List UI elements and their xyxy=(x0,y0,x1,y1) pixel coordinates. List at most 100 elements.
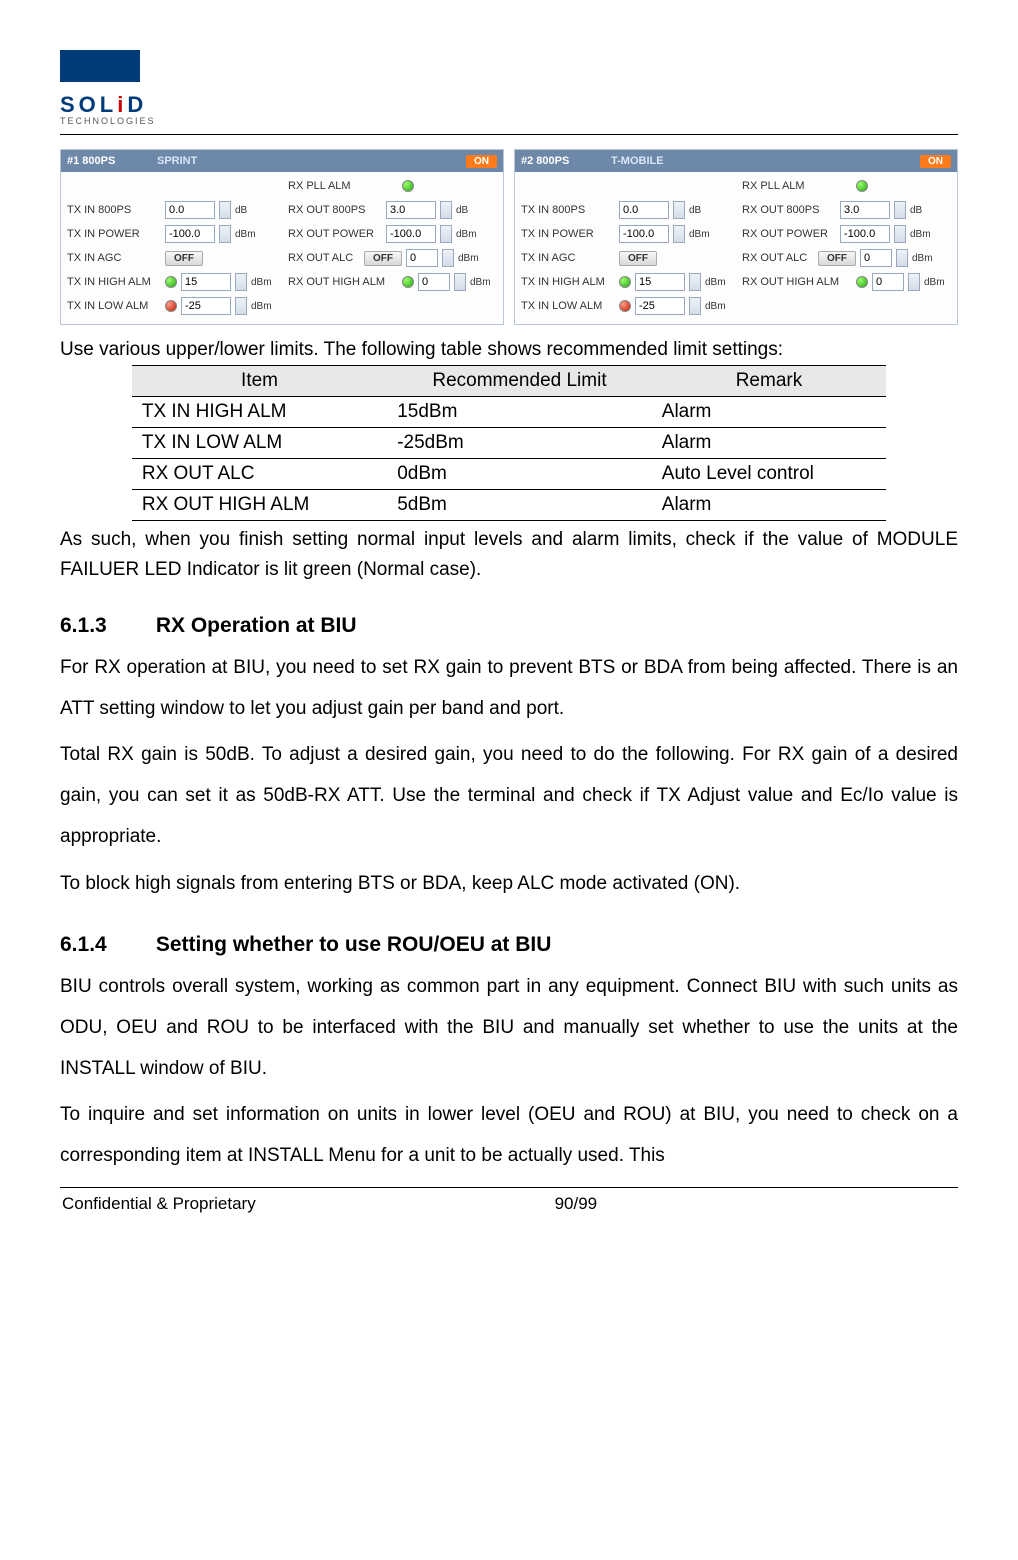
rx-out-power-field[interactable] xyxy=(386,225,436,243)
led-green-icon xyxy=(165,276,177,288)
spinner-icon[interactable] xyxy=(440,225,452,243)
rx-out-800ps-field[interactable] xyxy=(386,201,436,219)
spinner-icon[interactable] xyxy=(908,273,920,291)
tx-in-power-label: TX IN POWER xyxy=(521,228,615,240)
cell: RX OUT HIGH ALM xyxy=(132,490,387,521)
tx-in-power-field[interactable] xyxy=(619,225,669,243)
panel-2-on-badge[interactable]: ON xyxy=(920,155,951,168)
tx-in-agc-badge[interactable]: OFF xyxy=(165,251,203,266)
tx-in-800ps-field[interactable] xyxy=(619,201,669,219)
cell: 15dBm xyxy=(387,397,652,428)
tx-in-800ps-label: TX IN 800PS xyxy=(67,204,161,216)
tx-in-low-label: TX IN LOW ALM xyxy=(521,300,615,312)
rx-out-power-field[interactable] xyxy=(840,225,890,243)
spinner-icon[interactable] xyxy=(235,297,247,315)
unit-label: dBm xyxy=(910,229,931,240)
tx-in-low-field[interactable] xyxy=(635,297,685,315)
spinner-icon[interactable] xyxy=(689,297,701,315)
rx-out-high-field[interactable] xyxy=(872,273,904,291)
rx-out-high-field[interactable] xyxy=(418,273,450,291)
cell: Auto Level control xyxy=(652,459,886,490)
table-row: RX OUT ALC0dBmAuto Level control xyxy=(132,459,886,490)
table-row: TX IN HIGH ALM15dBmAlarm xyxy=(132,397,886,428)
logo-text: SOLiD xyxy=(60,92,156,118)
spinner-icon[interactable] xyxy=(219,201,231,219)
cell: TX IN LOW ALM xyxy=(132,428,387,459)
panel-1-id: #1 800PS xyxy=(67,155,157,167)
unit-label: dBm xyxy=(456,229,477,240)
page-footer: Confidential & Proprietary 90/99 xyxy=(60,1194,958,1214)
spinner-icon[interactable] xyxy=(673,225,685,243)
para-613b: Total RX gain is 50dB. To adjust a desir… xyxy=(60,735,958,858)
table-row: RX OUT HIGH ALM5dBmAlarm xyxy=(132,490,886,521)
led-green-icon xyxy=(402,276,414,288)
logo: SOLiD TECHNOLOGIES xyxy=(60,50,958,126)
panel-1: #1 800PS SPRINT ON TX IN 800PSdB TX IN P… xyxy=(60,149,504,325)
table-header-row: Item Recommended Limit Remark xyxy=(132,366,886,397)
limits-table: Item Recommended Limit Remark TX IN HIGH… xyxy=(132,365,886,521)
spinner-icon[interactable] xyxy=(235,273,247,291)
rx-out-high-label: RX OUT HIGH ALM xyxy=(288,276,398,288)
cell: RX OUT ALC xyxy=(132,459,387,490)
th-limit: Recommended Limit xyxy=(387,366,652,397)
spinner-icon[interactable] xyxy=(442,249,454,267)
spinner-icon[interactable] xyxy=(894,225,906,243)
para-613a: For RX operation at BIU, you need to set… xyxy=(60,648,958,730)
panel-1-on-badge[interactable]: ON xyxy=(466,155,497,168)
tx-in-800ps-field[interactable] xyxy=(165,201,215,219)
cell: -25dBm xyxy=(387,428,652,459)
config-panels: #1 800PS SPRINT ON TX IN 800PS dB TX IN P… xyxy=(60,149,958,325)
footer-rule xyxy=(60,1187,958,1188)
tx-in-high-label: TX IN HIGH ALM xyxy=(521,276,615,288)
cell: 0dBm xyxy=(387,459,652,490)
panel-1-carrier: SPRINT xyxy=(157,155,466,167)
cell: Alarm xyxy=(652,428,886,459)
tx-in-800ps-label: TX IN 800PS xyxy=(521,204,615,216)
rx-out-alc-field[interactable] xyxy=(860,249,892,267)
tx-in-high-field[interactable] xyxy=(635,273,685,291)
led-green-icon xyxy=(856,180,868,192)
cell: TX IN HIGH ALM xyxy=(132,397,387,428)
unit-label: dBm xyxy=(705,301,726,312)
rx-out-alc-label: RX OUT ALC xyxy=(288,252,360,264)
panel-2-id: #2 800PS xyxy=(521,155,611,167)
tx-in-low-label: TX IN LOW ALM xyxy=(67,300,161,312)
section-6-1-3: 6.1.3 RX Operation at BIU xyxy=(60,614,958,638)
led-green-icon xyxy=(619,276,631,288)
spinner-icon[interactable] xyxy=(219,225,231,243)
tx-in-high-field[interactable] xyxy=(181,273,231,291)
spinner-icon[interactable] xyxy=(440,201,452,219)
spinner-icon[interactable] xyxy=(454,273,466,291)
unit-label: dB xyxy=(689,205,701,216)
th-remark: Remark xyxy=(652,366,886,397)
rx-out-800ps-field[interactable] xyxy=(840,201,890,219)
unit-label: dBm xyxy=(470,277,491,288)
cell: 5dBm xyxy=(387,490,652,521)
rx-out-alc-field[interactable] xyxy=(406,249,438,267)
para-1: As such, when you finish setting normal … xyxy=(60,525,958,586)
rx-out-power-label: RX OUT POWER xyxy=(742,228,836,240)
spinner-icon[interactable] xyxy=(673,201,685,219)
rx-out-alc-badge[interactable]: OFF xyxy=(364,251,402,266)
led-red-icon xyxy=(619,300,631,312)
tx-in-agc-badge[interactable]: OFF xyxy=(619,251,657,266)
rx-out-800ps-label: RX OUT 800PS xyxy=(742,204,836,216)
led-green-icon xyxy=(402,180,414,192)
rx-out-alc-label: RX OUT ALC xyxy=(742,252,814,264)
tx-in-power-field[interactable] xyxy=(165,225,215,243)
rx-out-high-label: RX OUT HIGH ALM xyxy=(742,276,852,288)
unit-label: dBm xyxy=(251,277,272,288)
logo-square xyxy=(60,50,140,82)
spinner-icon[interactable] xyxy=(894,201,906,219)
section-title: Setting whether to use ROU/OEU at BIU xyxy=(156,933,552,956)
tx-in-low-field[interactable] xyxy=(181,297,231,315)
spinner-icon[interactable] xyxy=(896,249,908,267)
rx-out-800ps-label: RX OUT 800PS xyxy=(288,204,382,216)
th-item: Item xyxy=(132,366,387,397)
panel-2: #2 800PS T-MOBILE ON TX IN 800PSdB TX IN… xyxy=(514,149,958,325)
spinner-icon[interactable] xyxy=(689,273,701,291)
unit-label: dB xyxy=(235,205,247,216)
unit-label: dBm xyxy=(912,253,933,264)
header-rule xyxy=(60,134,958,135)
rx-out-alc-badge[interactable]: OFF xyxy=(818,251,856,266)
